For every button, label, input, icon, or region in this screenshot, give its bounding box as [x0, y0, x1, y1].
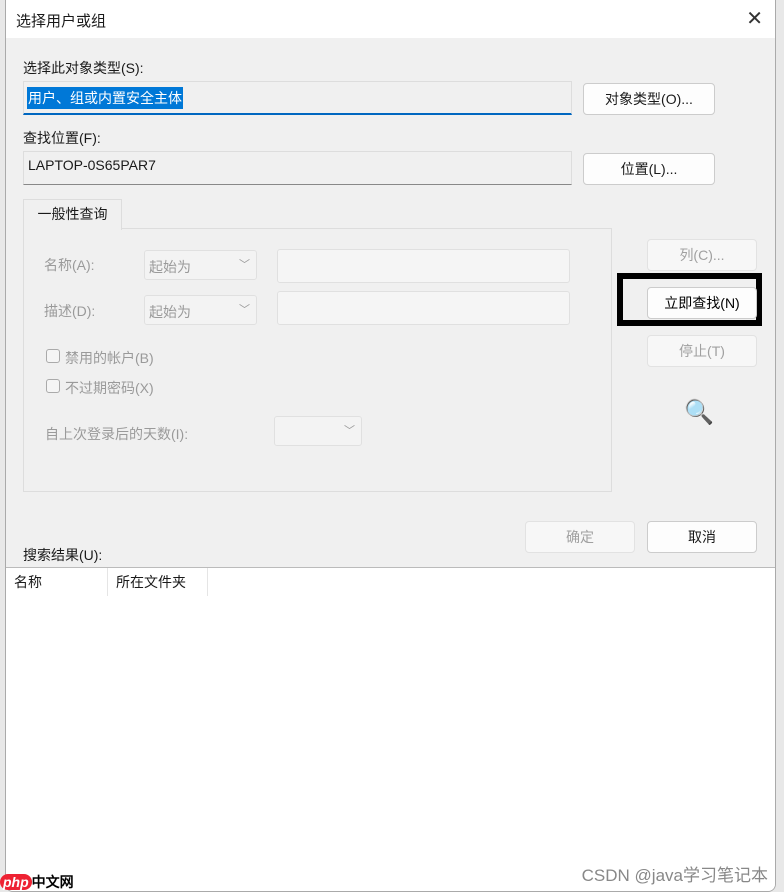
chevron-down-icon: ﹀: [344, 425, 355, 437]
find-now-button[interactable]: 立即查找(N): [647, 287, 757, 319]
description-label: 描述(D):: [44, 303, 96, 319]
object-type-value: 用户、组或内置安全主体: [27, 87, 183, 109]
object-type-label: 选择此对象类型(S):: [23, 60, 144, 76]
name-input[interactable]: [277, 249, 570, 283]
watermark: CSDN @java学习笔记本: [581, 866, 768, 885]
search-magnifier-icon: 🔍: [684, 399, 714, 426]
description-input[interactable]: [277, 291, 570, 325]
disabled-accounts-label: 禁用的帐户(B): [65, 350, 154, 366]
stop-button[interactable]: 停止(T): [647, 335, 757, 367]
location-field: LAPTOP-0S65PAR7: [23, 151, 572, 185]
cancel-button[interactable]: 取消: [647, 521, 757, 553]
chevron-down-icon: ﹀: [239, 259, 250, 271]
description-mode-select[interactable]: 起始为 ﹀: [144, 295, 257, 325]
name-mode-select[interactable]: 起始为 ﹀: [144, 250, 257, 280]
no-expire-password-label: 不过期密码(X): [65, 380, 154, 396]
search-results-list[interactable]: 名称 所在文件夹 CSDN @java学习笔记本: [6, 567, 775, 891]
object-types-button[interactable]: 对象类型(O)...: [583, 83, 715, 115]
close-icon[interactable]: ✕: [746, 6, 763, 31]
no-expire-password-checkbox[interactable]: [46, 379, 60, 393]
column-header-folder[interactable]: 所在文件夹: [108, 568, 208, 596]
name-label: 名称(A):: [44, 257, 95, 273]
object-type-field[interactable]: 用户、组或内置安全主体: [23, 81, 572, 115]
location-value: LAPTOP-0S65PAR7: [28, 157, 156, 173]
columns-button[interactable]: 列(C)...: [647, 239, 757, 271]
php-logo: php 中文网: [0, 872, 74, 892]
column-header-name[interactable]: 名称: [6, 568, 108, 596]
disabled-accounts-checkbox[interactable]: [46, 349, 60, 363]
chevron-down-icon: ﹀: [239, 304, 250, 316]
location-label: 查找位置(F):: [23, 130, 101, 146]
locations-button[interactable]: 位置(L)...: [583, 153, 715, 185]
days-since-login-select[interactable]: ﹀: [274, 416, 362, 446]
days-since-login-label: 自上次登录后的天数(I):: [45, 426, 189, 442]
tab-general-query[interactable]: 一般性查询: [23, 199, 122, 230]
title-bar: 选择用户或组 ✕: [6, 0, 775, 38]
search-results-label: 搜索结果(U):: [23, 547, 103, 563]
dialog-title: 选择用户或组: [16, 13, 107, 30]
ok-button[interactable]: 确定: [525, 521, 635, 553]
select-users-dialog: 选择用户或组 ✕ 选择此对象类型(S): 用户、组或内置安全主体 对象类型(O)…: [5, 0, 776, 892]
